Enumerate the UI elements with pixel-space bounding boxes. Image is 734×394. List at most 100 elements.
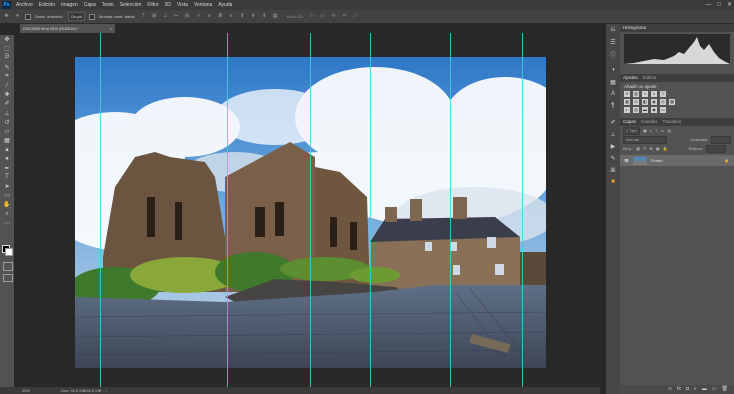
paths-tab[interactable]: Trazados [663, 118, 682, 126]
rotate-3d-icon[interactable]: ↻ [308, 13, 315, 20]
roll-3d-icon[interactable]: ◎ [319, 13, 326, 20]
histogram-tab[interactable]: Histograma [623, 24, 646, 32]
fill-field[interactable] [706, 144, 727, 153]
new-layer-icon[interactable]: ▭ [712, 385, 717, 394]
brightness-icon[interactable]: ☀ [624, 91, 630, 97]
close-icon[interactable]: ✕ [727, 1, 732, 9]
gradient-icon[interactable]: ▦ [0, 136, 14, 145]
quick-select-icon[interactable]: ✎ [0, 63, 14, 72]
pen-icon[interactable]: ✒ [0, 164, 14, 173]
dodge-icon[interactable]: ● [0, 154, 14, 163]
brush-icon[interactable]: ✐ [0, 99, 14, 108]
clone-source-panel-icon[interactable]: ⊥ [606, 128, 620, 140]
history-panel-icon[interactable]: ⎌ [606, 24, 620, 36]
paragraph-panel-icon[interactable]: ¶ [606, 100, 620, 112]
new-adjustment-icon[interactable]: ◐ [694, 385, 697, 394]
tab-close-icon[interactable]: × [110, 24, 112, 33]
menu-texto[interactable]: Texto [102, 2, 114, 8]
menu-ventana[interactable]: Ventana [194, 2, 212, 8]
trash-icon[interactable]: 🗑 [722, 385, 728, 394]
quick-mask-icon[interactable] [3, 262, 13, 271]
marquee-icon[interactable]: ⬚ [0, 44, 14, 53]
stock-panel-icon[interactable]: ■ [606, 176, 620, 188]
selective-color-icon[interactable]: ◆ [651, 107, 657, 113]
styles-tab[interactable]: Estilos [643, 74, 656, 82]
document-image[interactable] [75, 57, 546, 368]
menu-seleccion[interactable]: Selección [120, 2, 142, 8]
add-mask-icon[interactable]: ◘ [686, 385, 689, 394]
status-chevron-icon[interactable]: › [106, 388, 107, 393]
menu-ayuda[interactable]: Ayuda [218, 2, 232, 8]
layer-kind-filter[interactable]: ⌕ Tipo [623, 126, 640, 135]
stamp-icon[interactable]: ⊥ [0, 109, 14, 118]
layer-style-icon[interactable]: fx [677, 385, 681, 394]
menu-archivo[interactable]: Archivo [16, 2, 33, 8]
link-layers-icon[interactable]: ∞ [668, 385, 672, 394]
channel-mixer-icon[interactable]: ◎ [660, 99, 666, 105]
move-tool-preset-icon[interactable]: ✥ [3, 13, 10, 20]
hue-saturation-icon[interactable]: ▦ [624, 99, 630, 105]
lock-artboard-icon[interactable]: ▣ [656, 146, 660, 151]
color-swatches[interactable] [2, 245, 13, 256]
auto-select-checkbox[interactable] [25, 13, 31, 20]
distribute-left-icon[interactable]: ⫴ [239, 13, 246, 20]
lock-image-icon[interactable]: ✎ [643, 146, 646, 151]
menu-vista[interactable]: Vista [177, 2, 188, 8]
glyphs-panel-icon[interactable]: ⌘ [606, 164, 620, 176]
invert-icon[interactable]: ◐ [624, 107, 630, 113]
filter-adjustment-icon[interactable]: ◐ [650, 128, 652, 133]
menu-imagen[interactable]: Imagen [61, 2, 78, 8]
eyedropper-icon[interactable]: ⁄ [0, 81, 14, 90]
chevron-down-icon[interactable]: ▾ [14, 13, 21, 20]
color-panel-icon[interactable]: ◑ [606, 64, 620, 76]
visibility-eye-icon[interactable]: 👁 [624, 158, 629, 163]
zoom-icon[interactable]: ⌕ [0, 210, 14, 219]
auto-align-icon[interactable]: ▤ [272, 13, 279, 20]
menu-3d[interactable]: 3D [165, 2, 171, 8]
blur-icon[interactable]: ▲ [0, 145, 14, 154]
scale-3d-icon[interactable]: ⤢ [352, 13, 359, 20]
distribute-bottom-icon[interactable]: ≡ [228, 13, 235, 20]
crop-icon[interactable]: ⌗ [0, 72, 14, 81]
slide-3d-icon[interactable]: ⇄ [341, 13, 348, 20]
notes-panel-icon[interactable]: ✎ [606, 152, 620, 164]
curves-icon[interactable]: ∿ [642, 91, 648, 97]
black-white-icon[interactable]: ◧ [642, 99, 648, 105]
screen-mode-icon[interactable] [3, 274, 13, 282]
align-bottom-icon[interactable]: ⊥ [162, 13, 169, 20]
filter-shape-icon[interactable]: ▭ [661, 128, 665, 133]
exposure-icon[interactable]: ± [651, 91, 657, 97]
levels-icon[interactable]: ▥ [633, 91, 639, 97]
background-color-swatch[interactable] [5, 248, 13, 256]
align-center-icon[interactable]: ⊟ [184, 13, 191, 20]
color-lookup-icon[interactable]: ▩ [669, 99, 675, 105]
new-group-icon[interactable]: ▬ [702, 385, 707, 394]
drag-3d-icon[interactable]: ✥ [330, 13, 337, 20]
minimize-icon[interactable]: — [705, 1, 711, 9]
eraser-icon[interactable]: ▱ [0, 127, 14, 136]
hand-icon[interactable]: ✋ [0, 200, 14, 209]
align-top-icon[interactable]: ⊤ [140, 13, 147, 20]
adjustments-tab[interactable]: Ajustes [623, 74, 638, 82]
distribute-top-icon[interactable]: ≡ [206, 13, 213, 20]
distribute-center-icon[interactable]: ⫵ [250, 13, 257, 20]
type-icon[interactable]: T [0, 173, 14, 182]
more-tools-icon[interactable]: ⋯ [0, 219, 14, 228]
swatches-panel-icon[interactable]: ▦ [606, 76, 620, 88]
filter-pixel-icon[interactable]: ▣ [643, 128, 647, 133]
lock-pixels-icon[interactable]: ▦ [636, 146, 640, 151]
posterize-icon[interactable]: ▤ [633, 107, 639, 113]
distribute-right-icon[interactable]: ⫴ [261, 13, 268, 20]
lock-position-icon[interactable]: ✥ [649, 146, 652, 151]
opacity-field[interactable] [711, 135, 732, 144]
layers-tab[interactable]: Capas [623, 118, 636, 126]
path-select-icon[interactable]: ➤ [0, 182, 14, 191]
shape-icon[interactable]: ▭ [0, 191, 14, 200]
show-transform-checkbox[interactable] [89, 13, 96, 20]
character-panel-icon[interactable]: A [606, 88, 620, 100]
zoom-level[interactable]: 25% [22, 388, 30, 393]
align-left-icon[interactable]: ⊢ [173, 13, 180, 20]
lock-all-icon[interactable]: 🔒 [663, 146, 668, 151]
blend-mode-dropdown[interactable]: Normal [623, 135, 667, 144]
photo-filter-icon[interactable]: ◉ [651, 99, 657, 105]
